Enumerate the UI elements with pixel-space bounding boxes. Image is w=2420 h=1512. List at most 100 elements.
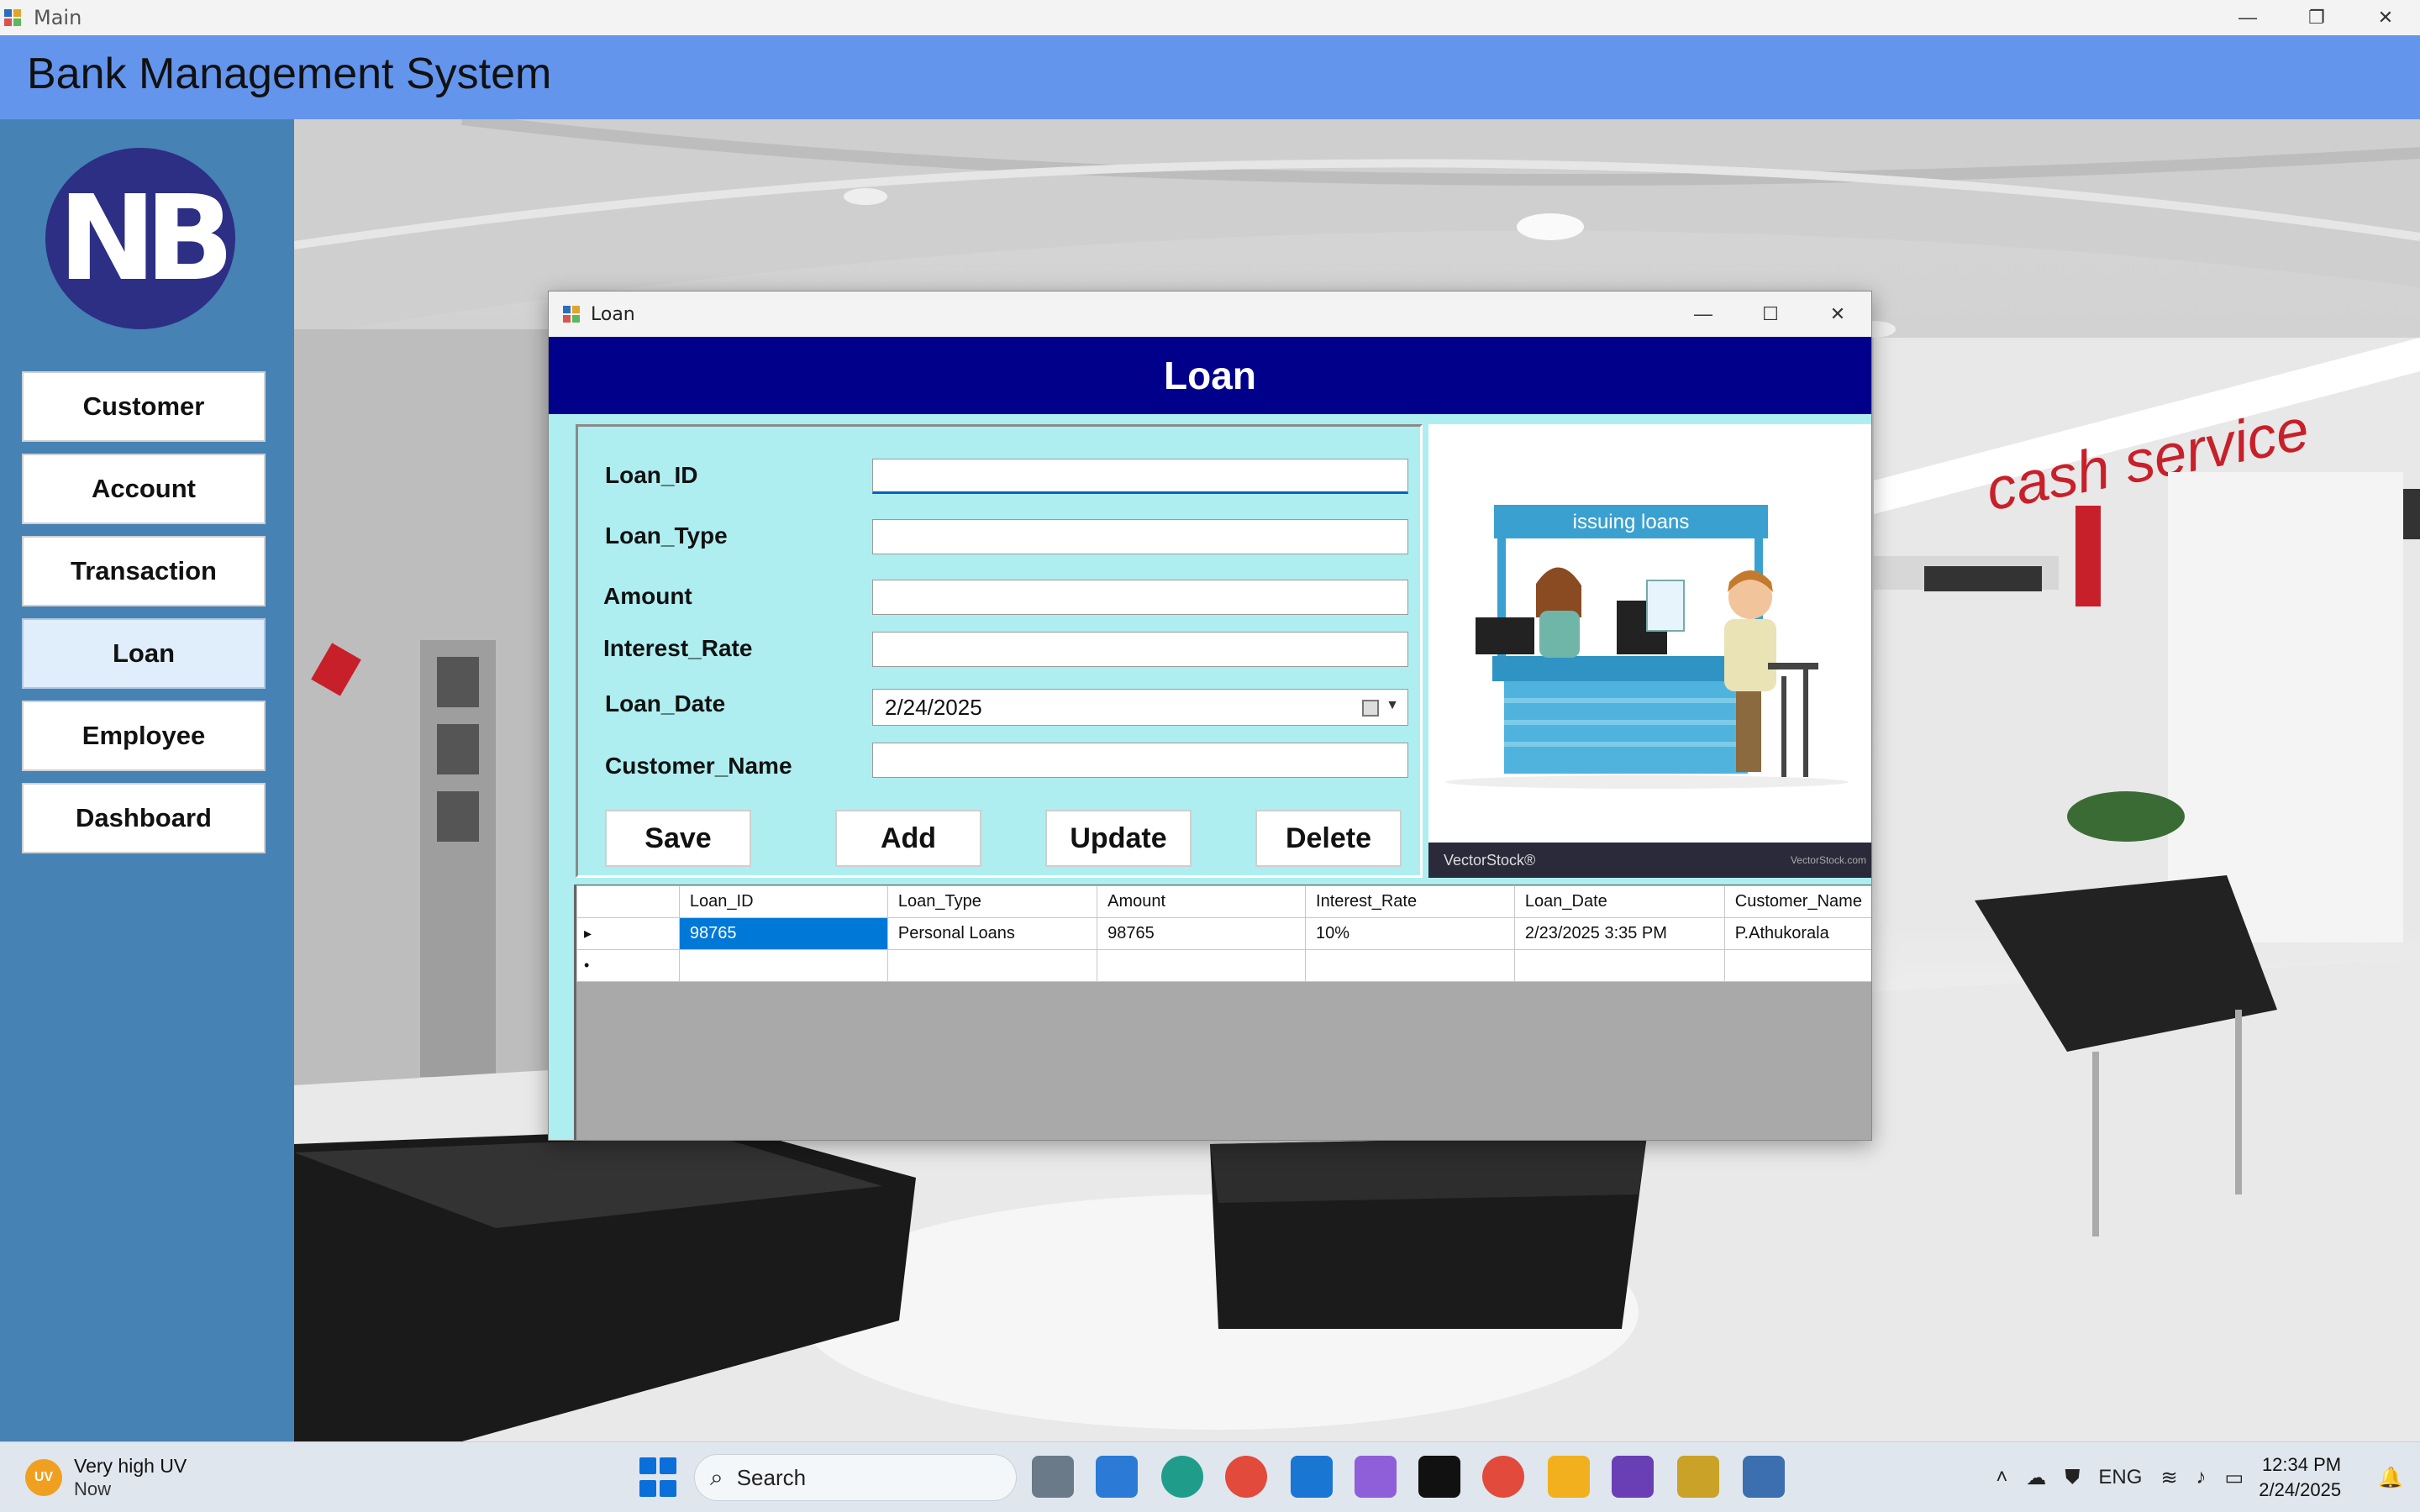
app-header: Bank Management System <box>0 35 2420 119</box>
loan-table: Loan_ID Loan_Type Amount Interest_Rate L… <box>576 885 1871 982</box>
table-cell[interactable] <box>1305 949 1515 982</box>
sidebar-item-dashboard[interactable]: Dashboard <box>22 783 266 853</box>
clock-date: 2/24/2025 <box>2259 1479 2342 1500</box>
copilot-icon[interactable] <box>1355 1456 1397 1498</box>
interest-rate-input[interactable] <box>872 632 1408 667</box>
main-window-titlebar[interactable]: Main — ❐ ✕ <box>0 0 2420 35</box>
loan-minimize-button[interactable]: — <box>1670 291 1737 337</box>
wifi-icon[interactable]: ≋ <box>2160 1466 2177 1490</box>
visual-studio-icon[interactable] <box>1612 1456 1654 1498</box>
table-cell[interactable]: Personal Loans <box>886 917 1098 950</box>
clock-time: 12:34 PM <box>2261 1454 2342 1475</box>
windows-start-icon[interactable] <box>637 1456 679 1498</box>
app-icon <box>562 305 581 323</box>
table-row[interactable]: ▸ 98765 Personal Loans 98765 10% 2/23/20… <box>576 917 1871 950</box>
table-cell[interactable] <box>1097 949 1307 982</box>
store-icon[interactable] <box>1096 1456 1138 1498</box>
watermark-small-text: VectorStock.com <box>1790 854 1866 866</box>
interest-rate-label: Interest_Rate <box>603 635 753 661</box>
loan-date-label: Loan_Date <box>605 690 726 717</box>
sidebar-item-loan[interactable]: Loan <box>22 618 266 689</box>
calendar-icon[interactable] <box>1362 700 1379 717</box>
loan-maximize-button[interactable]: ☐ <box>1737 291 1804 337</box>
image-footer: VectorStock® VectorStock.com <box>1428 843 1871 878</box>
weather-line2: Now <box>74 1478 112 1499</box>
language-indicator[interactable]: ENG <box>2098 1466 2142 1489</box>
column-header-loan-type[interactable]: Loan_Type <box>886 885 1098 918</box>
table-header-row: Loan_ID Loan_Type Amount Interest_Rate L… <box>576 885 1871 918</box>
sidebar: NB Customer Account Transaction Loan Emp… <box>0 119 294 1441</box>
loan-date-value: 2/24/2025 <box>885 694 982 720</box>
restore-button[interactable]: ❐ <box>2282 0 2351 35</box>
amount-input[interactable] <box>872 580 1408 615</box>
table-cell[interactable]: 2/23/2025 3:35 PM <box>1513 917 1725 950</box>
loan-date-picker[interactable]: 2/24/2025 ▼ <box>872 689 1408 726</box>
table-cell[interactable]: P.Athukorala <box>1723 917 1871 950</box>
chevron-up-icon[interactable]: ˄ <box>1996 1466 2007 1489</box>
loan-window-title: Loan <box>591 303 635 325</box>
battery-icon[interactable]: ▭ <box>2225 1466 2244 1490</box>
capcut-icon[interactable] <box>1418 1456 1460 1498</box>
loan-window-titlebar[interactable]: Loan — ☐ ✕ <box>549 291 1871 337</box>
new-row-indicator-icon[interactable]: • <box>576 949 680 982</box>
vscode-icon[interactable] <box>1291 1456 1333 1498</box>
task-view-icon[interactable] <box>1032 1456 1074 1498</box>
column-header-amount[interactable]: Amount <box>1097 885 1307 918</box>
chevron-down-icon[interactable]: ▼ <box>1386 698 1399 713</box>
edge-icon[interactable] <box>1161 1456 1203 1498</box>
loan-id-input[interactable] <box>872 459 1408 494</box>
close-button[interactable]: ✕ <box>2351 0 2420 35</box>
column-header-loan-date[interactable]: Loan_Date <box>1513 885 1725 918</box>
column-header-interest-rate[interactable]: Interest_Rate <box>1305 885 1515 918</box>
add-button[interactable]: Add <box>835 810 981 867</box>
loan-form: Loan_ID Loan_Type Amount Interest_Rate L… <box>576 424 1423 878</box>
loan-close-button[interactable]: ✕ <box>1804 291 1871 337</box>
weather-widget[interactable]: UV Very high UV Now <box>25 1454 187 1501</box>
table-cell[interactable]: 98765 <box>1097 917 1307 950</box>
update-button[interactable]: Update <box>1045 810 1192 867</box>
table-cell[interactable]: 98765 <box>678 917 888 950</box>
logo-text: NB <box>58 170 234 307</box>
delete-button[interactable]: Delete <box>1255 810 1402 867</box>
row-indicator-icon[interactable]: ▸ <box>576 917 680 950</box>
sidebar-item-account[interactable]: Account <box>22 454 266 524</box>
main-window-title: Main <box>34 6 82 29</box>
file-explorer-icon[interactable] <box>1548 1456 1590 1498</box>
table-cell[interactable] <box>1723 949 1871 982</box>
row-header-corner <box>576 885 680 918</box>
taskbar: UV Very high UV Now ⌕ Search ˄ ☁ ⛊ ENG ≋… <box>0 1441 2420 1512</box>
sidebar-item-transaction[interactable]: Transaction <box>22 536 266 606</box>
app-tool-icon[interactable] <box>1677 1456 1719 1498</box>
volume-icon[interactable]: ♪ <box>2196 1466 2207 1489</box>
chrome-icon[interactable] <box>1225 1456 1267 1498</box>
customer-name-label: Customer_Name <box>605 753 792 779</box>
table-cell[interactable] <box>886 949 1098 982</box>
customer-name-input[interactable] <box>872 743 1408 778</box>
system-tray: ˄ ☁ ⛊ ENG ≋ ♪ ▭ 12:34 PM 2/24/2025 🔔 <box>1977 1442 2403 1512</box>
running-app-icon[interactable] <box>1743 1456 1785 1498</box>
sidebar-item-customer[interactable]: Customer <box>22 371 266 442</box>
table-cell[interactable]: 10% <box>1305 917 1515 950</box>
taskbar-search[interactable]: ⌕ Search <box>694 1454 1017 1501</box>
notification-bell-icon[interactable]: 🔔 <box>2378 1466 2403 1490</box>
sidebar-item-employee[interactable]: Employee <box>22 701 266 771</box>
loan-type-label: Loan_Type <box>605 522 728 549</box>
defender-icon[interactable]: ⛊ <box>2065 1466 2080 1489</box>
table-cell[interactable] <box>678 949 888 982</box>
table-cell[interactable] <box>1513 949 1725 982</box>
amount-label: Amount <box>603 583 692 609</box>
minimize-button[interactable]: — <box>2213 0 2282 35</box>
onedrive-icon[interactable]: ☁ <box>2026 1466 2046 1490</box>
loan-id-label: Loan_ID <box>605 462 698 488</box>
loan-data-grid[interactable]: Loan_ID Loan_Type Amount Interest_Rate L… <box>574 885 1871 1140</box>
column-header-customer-name[interactable]: Customer_Name <box>1723 885 1871 918</box>
loan-window: Loan — ☐ ✕ Loan Loan_ID Loan_Type Amount… <box>548 291 1872 1141</box>
app-icon <box>3 8 22 27</box>
app-title: Bank Management System <box>27 50 552 98</box>
chrome-profile-icon[interactable] <box>1482 1456 1524 1498</box>
clock[interactable]: 12:34 PM 2/24/2025 <box>2259 1452 2341 1503</box>
loan-type-input[interactable] <box>872 519 1408 554</box>
save-button[interactable]: Save <box>605 810 751 867</box>
table-new-row[interactable]: • <box>576 949 1871 982</box>
column-header-loan-id[interactable]: Loan_ID <box>678 885 888 918</box>
